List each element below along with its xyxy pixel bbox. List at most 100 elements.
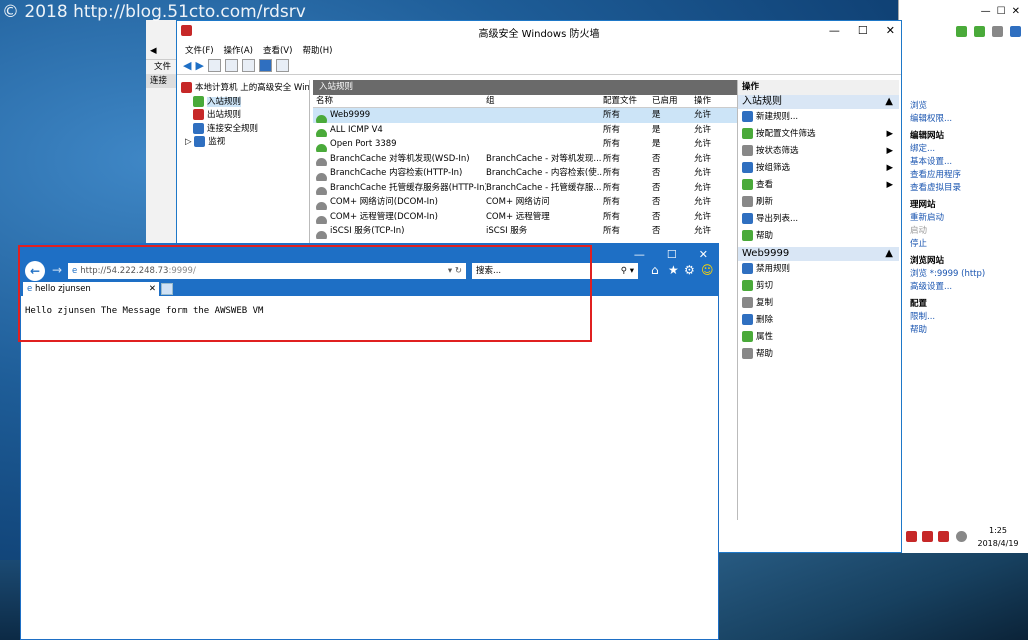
clock-time[interactable]: 1:25 <box>978 526 1018 535</box>
tree-root[interactable]: 本地计算机 上的高级安全 Win <box>177 82 309 96</box>
iis-action-item[interactable]: 浏览 *:9999 (http) <box>899 268 1028 281</box>
rule-row[interactable]: Open Port 3389 所有 是 允许 <box>313 137 737 152</box>
favorites-icon[interactable]: ★ <box>668 263 679 277</box>
home-icon[interactable]: ⌂ <box>651 263 659 277</box>
enabled-check-icon <box>316 143 327 152</box>
action-item[interactable]: 复制 <box>738 295 899 312</box>
column-action[interactable]: 操作 <box>694 95 734 107</box>
rule-row[interactable]: iSCSI 服务(TCP-In) iSCSI 服务 所有 否 允许 <box>313 224 737 239</box>
fw-minimize-icon[interactable]: — <box>829 24 840 37</box>
maximize-icon[interactable]: ☐ <box>997 6 1006 17</box>
rule-cell-action: 允许 <box>694 110 712 120</box>
rule-row[interactable]: COM+ 网络访问(DCOM-In) COM+ 网络访问 所有 否 允许 <box>313 195 737 210</box>
tray-icon-1[interactable] <box>906 531 917 542</box>
iis-action-item[interactable]: 限制... <box>899 311 1028 324</box>
forward-arrow-icon[interactable]: ▶ <box>195 59 203 72</box>
action-item[interactable]: 删除 <box>738 312 899 329</box>
action-item[interactable]: 新建规则... <box>738 109 899 126</box>
action-item[interactable]: 禁用规则 <box>738 261 899 278</box>
rule-row[interactable]: COM+ 远程管理(DCOM-In) COM+ 远程管理 所有 否 允许 <box>313 210 737 224</box>
tree-item-outbound[interactable]: 出站规则 <box>177 109 309 123</box>
minimize-icon[interactable]: — <box>981 6 991 17</box>
rule-name: COM+ 远程管理(DCOM-In) <box>330 211 438 222</box>
show-hide-action-icon[interactable] <box>275 59 289 72</box>
fw-maximize-icon[interactable]: ☐ <box>858 24 868 37</box>
tree-item-connection-security[interactable]: 连接安全规则 <box>177 122 309 137</box>
action-item[interactable]: 按配置文件筛选 ▶ <box>738 126 899 143</box>
rule-cell-enabled: 是 <box>652 110 661 120</box>
browser-maximize-icon[interactable]: ☐ <box>667 248 677 261</box>
rule-row[interactable]: BranchCache 内容检索(HTTP-In) BranchCache - 内… <box>313 166 737 181</box>
tray-icon-2[interactable] <box>922 531 933 542</box>
show-hide-tree-icon[interactable] <box>224 59 238 72</box>
tree-item-inbound[interactable]: 入站规则 <box>177 95 309 110</box>
action-item[interactable]: 按组筛选 ▶ <box>738 160 899 177</box>
tools-gear-icon[interactable]: ⚙ <box>684 263 695 277</box>
column-group[interactable]: 组 <box>486 95 603 107</box>
rule-row[interactable]: BranchCache 托管缓存服务器(HTTP-In) BranchCache … <box>313 181 737 195</box>
action-item[interactable]: 刷新 <box>738 194 899 211</box>
iis-action-item: 浏览网站 <box>910 256 945 266</box>
collapse-icon[interactable]: ▲ <box>885 95 893 109</box>
column-enabled[interactable]: 已启用 <box>652 95 694 107</box>
actions-section-inbound[interactable]: 入站规则 ▲ <box>738 95 899 109</box>
iis-action-item[interactable]: 重新启动 <box>899 212 1028 225</box>
rule-cell-action: 允许 <box>694 211 712 222</box>
export-icon[interactable] <box>241 59 255 72</box>
close-icon[interactable]: ✕ <box>1012 6 1020 17</box>
iis-action-item[interactable]: 帮助 <box>899 324 1028 337</box>
clock-date[interactable]: 2018/4/19 <box>970 539 1026 548</box>
fw-close-icon[interactable]: ✕ <box>886 24 895 37</box>
action-item[interactable]: 按状态筛选 ▶ <box>738 143 899 160</box>
menu-view[interactable]: 查看(V) <box>263 44 292 56</box>
iis-action-item[interactable]: 浏览 <box>899 100 1028 113</box>
action-item[interactable]: 查看 ▶ <box>738 177 899 194</box>
actions-section-inbound-title: 入站规则 <box>742 96 782 107</box>
browser-close-icon[interactable]: ✕ <box>699 248 708 261</box>
rule-cell-profile: 所有 <box>603 139 621 149</box>
iis-action-item[interactable]: 停止 <box>899 238 1028 251</box>
network-icon[interactable] <box>956 531 967 542</box>
action-item[interactable]: 导出列表... <box>738 211 899 228</box>
rule-row[interactable]: ALL ICMP V4 所有 是 允许 <box>313 123 737 138</box>
column-profile[interactable]: 配置文件 <box>603 95 652 107</box>
rule-cell-group <box>486 123 603 138</box>
iis-tool-icon[interactable] <box>956 25 967 37</box>
help-icon[interactable] <box>1010 25 1021 37</box>
browser-minimize-icon[interactable]: — <box>634 248 645 261</box>
search-icon[interactable]: ⚲ ▾ <box>621 263 634 279</box>
iis-action-item[interactable]: 高级设置... <box>899 281 1028 294</box>
rule-row[interactable]: BranchCache 对等机发现(WSD-In) BranchCache - 对… <box>313 152 737 166</box>
collapse-icon[interactable]: ▲ <box>885 247 893 261</box>
action-item[interactable]: 帮助 <box>738 346 899 363</box>
iis-tool-icon-3[interactable] <box>992 25 1003 37</box>
menu-file[interactable]: 文件(F) <box>185 44 214 56</box>
rule-cell-group: COM+ 网络访问 <box>486 197 550 207</box>
up-folder-icon[interactable] <box>207 59 221 72</box>
action-label: 复制 <box>756 298 774 308</box>
iis-tool-icon-2[interactable] <box>974 25 985 37</box>
action-item[interactable]: 属性 <box>738 329 899 346</box>
column-name[interactable]: 名称 <box>313 95 486 107</box>
iis-action-item[interactable]: 绑定... <box>899 143 1028 156</box>
tree-item-monitor[interactable]: ▷ 监视 <box>177 136 309 150</box>
expand-icon[interactable]: ▷ <box>185 137 194 147</box>
menu-help[interactable]: 帮助(H) <box>302 44 332 56</box>
tray-icon-3[interactable] <box>938 531 949 542</box>
actions-section-rule[interactable]: Web9999 ▲ <box>738 247 899 261</box>
help-icon[interactable] <box>258 59 272 72</box>
action-item[interactable]: 帮助 <box>738 228 899 245</box>
menu-action[interactable]: 操作(A) <box>224 44 253 56</box>
feedback-smiley-icon[interactable]: ☺ <box>701 263 714 277</box>
back-arrow-icon[interactable]: ◀ <box>183 59 191 72</box>
iis-action-item[interactable]: 基本设置... <box>899 156 1028 169</box>
rule-row[interactable]: Web9999 所有 是 允许 <box>313 108 737 123</box>
iis-action-item[interactable]: 查看应用程序 <box>899 169 1028 182</box>
iis-action-item[interactable]: 查看虚拟目录 <box>899 182 1028 195</box>
rule-cell-profile: 所有 <box>603 211 621 222</box>
submenu-arrow-icon: ▶ <box>886 129 893 139</box>
iis-action-item[interactable]: 编辑权限... <box>899 113 1028 126</box>
action-icon <box>742 263 753 274</box>
rule-cell-enabled: 否 <box>652 182 661 193</box>
action-item[interactable]: 剪切 <box>738 278 899 295</box>
